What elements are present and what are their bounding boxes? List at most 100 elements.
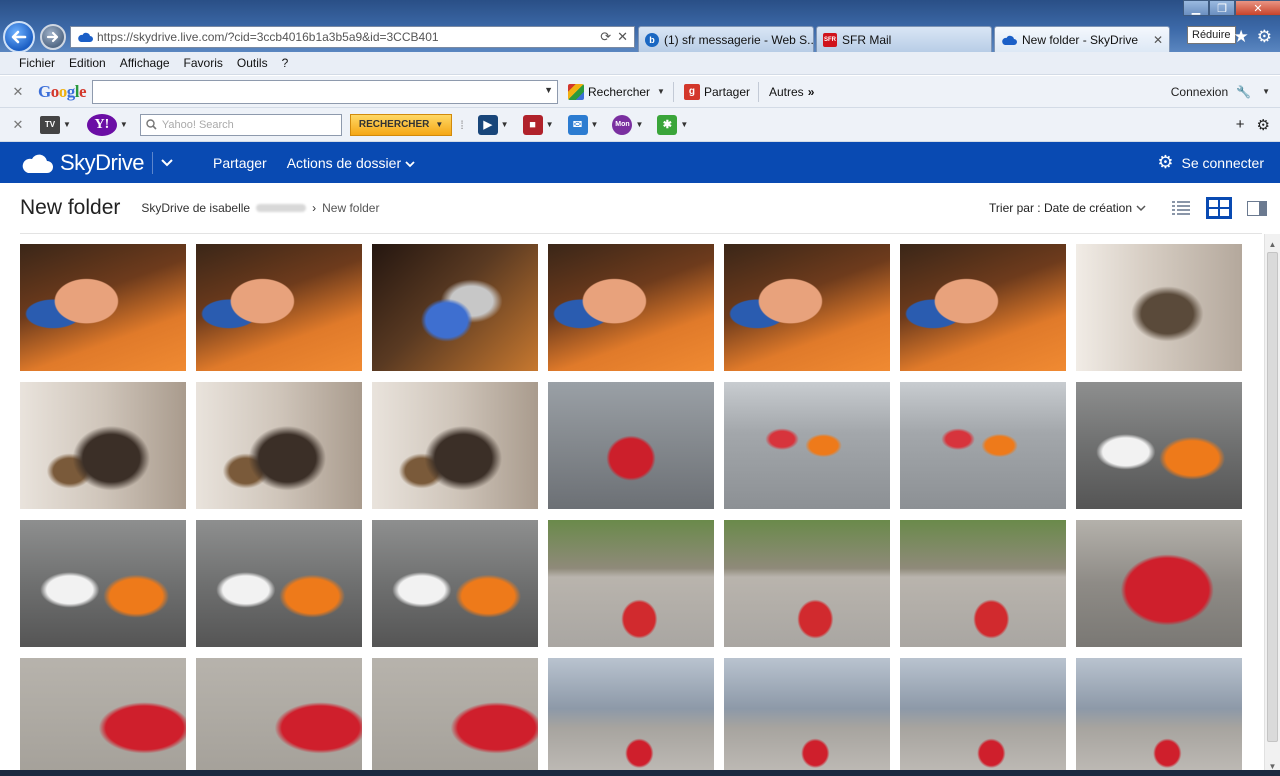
scroll-thumb[interactable] <box>1267 252 1278 742</box>
login-link[interactable]: Connexion <box>1171 85 1228 99</box>
skydrive-logo[interactable]: SkyDrive <box>20 149 145 176</box>
yahoo-search-input[interactable]: Yahoo! Search <box>139 113 342 136</box>
photo-thumbnail[interactable] <box>196 520 362 647</box>
chevron-down-icon[interactable]: ▼ <box>501 120 509 129</box>
photo-thumbnail[interactable] <box>196 658 362 776</box>
refresh-icon[interactable]: ⟳ <box>600 29 611 45</box>
thumbnail-view-button[interactable] <box>1206 197 1232 219</box>
list-view-button[interactable] <box>1168 197 1194 219</box>
close-toolbar-icon[interactable]: ✕ <box>8 84 28 100</box>
yahoo-search-button[interactable]: RECHERCHER ▼ <box>349 113 453 136</box>
close-toolbar-icon[interactable]: ✕ <box>8 117 28 133</box>
dropdown-arrow-icon[interactable]: ▼ <box>544 85 553 95</box>
photo-thumbnail[interactable] <box>900 382 1066 509</box>
minimize-button[interactable]: ▁ <box>1183 0 1209 16</box>
photo-thumbnail[interactable] <box>196 244 362 371</box>
photo-thumbnail[interactable] <box>900 520 1066 647</box>
photo-thumbnail[interactable] <box>548 658 714 776</box>
photo-thumbnail[interactable] <box>1076 244 1242 371</box>
skydrive-favicon-icon <box>1002 35 1017 45</box>
photo-thumbnail[interactable] <box>900 244 1066 371</box>
stop-icon[interactable]: ✕ <box>617 29 628 45</box>
window-controls: ▁ ❐ ✕ <box>1183 0 1280 16</box>
scroll-up-icon[interactable]: ▲ <box>1265 236 1280 252</box>
settings-gear-icon[interactable]: ⚙ <box>1257 116 1270 134</box>
tools-gear-icon[interactable]: ⚙ <box>1257 27 1272 47</box>
photo-thumbnail[interactable] <box>20 520 186 647</box>
tab-sfr-messagerie[interactable]: b (1) sfr messagerie - Web S... <box>638 26 814 52</box>
folder-actions-menu[interactable]: Actions de dossier <box>287 155 415 171</box>
menu-outils[interactable]: Outils <box>237 56 268 70</box>
tab-new-folder-skydrive[interactable]: New folder - SkyDrive ✕ <box>994 26 1170 52</box>
sort-dropdown[interactable]: Trier par : Date de création <box>989 201 1146 215</box>
photo-thumbnail[interactable] <box>548 382 714 509</box>
photo-thumbnail[interactable] <box>20 382 186 509</box>
addon-icon[interactable]: ✱ <box>657 114 678 135</box>
photo-thumbnail[interactable] <box>724 658 890 776</box>
orange-tv-icon[interactable]: TV <box>40 115 60 134</box>
photo-thumbnail[interactable] <box>372 658 538 776</box>
yahoo-logo[interactable]: Y! <box>86 113 117 136</box>
resize-handle-icon[interactable]: ⁞ <box>460 118 463 132</box>
photo-thumbnail[interactable] <box>20 658 186 776</box>
chevron-down-icon[interactable]: ▼ <box>591 120 599 129</box>
mail-icon[interactable]: ✉ <box>567 114 588 135</box>
address-bar[interactable]: https://skydrive.live.com/?cid=3ccb4016b… <box>70 26 635 48</box>
yahoo-mail-icon[interactable]: Mon <box>612 114 633 135</box>
chevron-down-icon[interactable] <box>161 155 173 170</box>
share-menu[interactable]: Partager <box>213 155 267 171</box>
google-search-button[interactable]: Rechercher ▼ <box>568 83 665 100</box>
favorites-star-icon[interactable]: ★ <box>1234 27 1249 47</box>
signin-button[interactable]: ⚙ Se connecter <box>1157 152 1264 173</box>
wrench-icon[interactable]: 🔧 <box>1236 85 1251 99</box>
menu-help[interactable]: ? <box>282 56 289 70</box>
chevron-down-icon[interactable]: ▼ <box>680 120 688 129</box>
menu-affichage[interactable]: Affichage <box>120 56 170 70</box>
photo-thumbnail[interactable] <box>196 382 362 509</box>
photo-thumbnail[interactable] <box>20 244 186 371</box>
chevron-down-icon[interactable]: ▼ <box>1262 87 1270 96</box>
vertical-scrollbar[interactable]: ▲ ▼ <box>1264 234 1280 776</box>
chevron-down-icon[interactable]: ▼ <box>635 120 643 129</box>
photo-thumbnail[interactable] <box>1076 658 1242 776</box>
more-button[interactable]: Autres » <box>769 85 814 99</box>
photo-thumbnail[interactable] <box>372 244 538 371</box>
chevron-down-icon[interactable]: ▼ <box>63 120 71 129</box>
photo-thumbnail[interactable] <box>724 382 890 509</box>
menu-favoris[interactable]: Favoris <box>184 56 223 70</box>
video-icon[interactable]: ▶ <box>477 114 498 135</box>
details-pane-button[interactable] <box>1244 197 1270 219</box>
browser-titlebar: https://skydrive.live.com/?cid=3ccb4016b… <box>0 0 1280 53</box>
back-button[interactable] <box>3 21 35 53</box>
photo-thumbnail[interactable] <box>1076 382 1242 509</box>
photo-icon[interactable]: ■ <box>522 114 543 135</box>
skydrive-logo-text: SkyDrive <box>60 149 145 175</box>
share-button[interactable]: g Partager <box>683 83 750 100</box>
add-icon[interactable]: + <box>1236 116 1245 134</box>
list-view-icon <box>1172 201 1190 215</box>
photo-thumbnail[interactable] <box>900 658 1066 776</box>
tab-sfr-mail[interactable]: SFR SFR Mail <box>816 26 992 52</box>
photo-thumbnail[interactable] <box>372 382 538 509</box>
forward-button[interactable] <box>40 24 66 50</box>
bing-favicon-icon: b <box>645 32 659 47</box>
menu-fichier[interactable]: Fichier <box>19 56 55 70</box>
photo-thumbnail[interactable] <box>372 520 538 647</box>
photo-thumbnail[interactable] <box>1076 520 1242 647</box>
photo-thumbnail[interactable] <box>724 244 890 371</box>
chevron-down-icon[interactable]: ▼ <box>120 120 128 129</box>
redacted-name <box>256 204 307 212</box>
share-button-label: Partager <box>703 84 750 99</box>
photo-thumbnail[interactable] <box>724 520 890 647</box>
close-tab-icon[interactable]: ✕ <box>1153 33 1163 47</box>
photo-thumbnail[interactable] <box>548 244 714 371</box>
breadcrumb-root[interactable]: SkyDrive de isabelle <box>141 201 250 215</box>
photo-thumbnail[interactable] <box>548 520 714 647</box>
close-window-button[interactable]: ✕ <box>1235 0 1280 16</box>
menu-edition[interactable]: Edition <box>69 56 106 70</box>
photo-grid <box>20 244 1242 776</box>
google-search-input[interactable]: ▼ <box>92 79 559 104</box>
forward-arrow-icon <box>46 31 59 43</box>
maximize-button[interactable]: ❐ <box>1209 0 1235 16</box>
chevron-down-icon[interactable]: ▼ <box>546 120 554 129</box>
